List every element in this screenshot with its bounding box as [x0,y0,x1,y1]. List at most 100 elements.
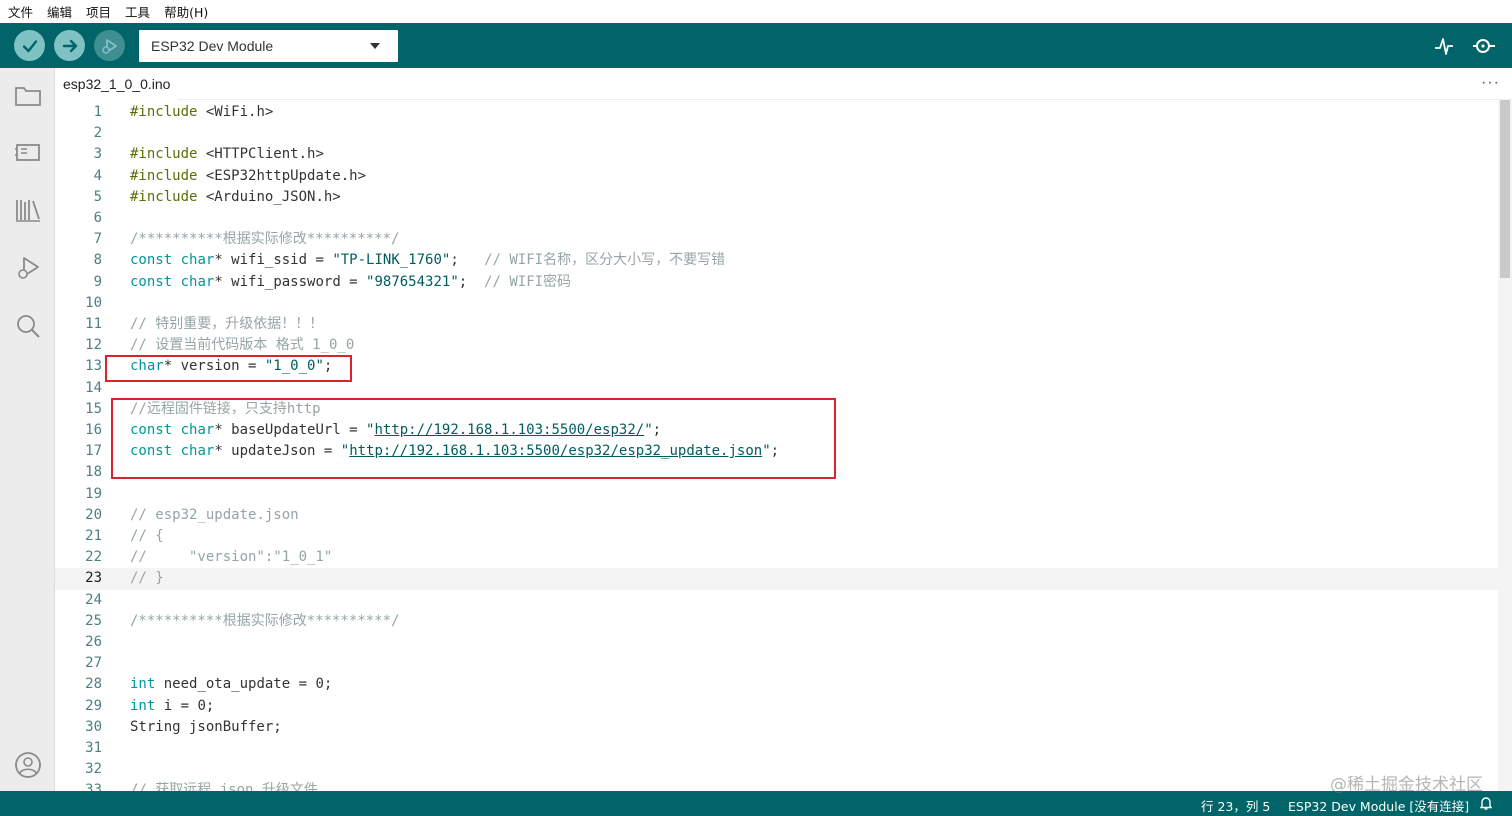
code-token: String jsonBuffer; [130,718,282,735]
debug-icon [101,38,117,54]
line-number: 4 [93,167,102,184]
menu-file[interactable]: 文件 [8,2,33,21]
menu-edit[interactable]: 编辑 [47,2,72,21]
code-line[interactable]: 21 // { [55,526,1498,547]
code-line[interactable]: 4 #include <ESP32httpUpdate.h> [55,166,1498,187]
debug-panel-button[interactable] [12,252,44,284]
code-line[interactable]: 33 // 获取远程 json 升级文件 [55,780,1498,791]
code-line[interactable]: 26 [55,632,1498,653]
code-line[interactable]: 32 [55,759,1498,780]
verify-button[interactable] [14,30,45,61]
more-options-icon[interactable]: ··· [1481,74,1500,92]
code-text: // 获取远程 json 升级文件 [130,780,318,791]
code-line[interactable]: 11 // 特别重要，升级依据！！！ [55,314,1498,335]
board-selector-label: ESP32 Dev Module [151,38,274,54]
code-token: need_ota_update = 0; [155,676,333,693]
scrollbar-thumb[interactable] [1500,100,1510,278]
code-token: int [130,676,156,693]
code-token: // 设置当前代码版本 格式 1_0_0 [130,337,355,354]
code-token: #include [130,188,198,205]
menu-sketch[interactable]: 项目 [86,2,111,21]
menu-tools[interactable]: 工具 [125,2,150,21]
board-selector[interactable]: ESP32 Dev Module [139,30,398,62]
menu-help[interactable]: 帮助(H) [164,2,208,21]
watermark: @稀土掘金技术社区 [1330,775,1483,795]
code-token: #include [130,146,198,163]
line-number: 5 [93,188,102,205]
code-token: /**********根据实际修改**********/ [130,231,400,248]
tab-bar: esp32_1_0_0.ino ··· [55,68,1512,100]
code-line[interactable]: 6 [55,208,1498,229]
code-line[interactable]: 8 const char* wifi_ssid = "TP-LINK_1760";… [55,250,1498,271]
folder-icon [15,87,41,106]
line-number: 20 [85,506,102,523]
board-status[interactable]: ESP32 Dev Module [没有连接] [1288,796,1469,815]
code-line[interactable]: 7 /**********根据实际修改**********/ [55,229,1498,250]
profile-button[interactable] [12,749,44,781]
line-number: 31 [85,740,102,756]
line-number: 16 [85,422,102,438]
line-number: 2 [93,125,102,142]
boards-manager-button[interactable] [12,136,44,168]
line-number: 23 [85,570,102,587]
code-text: const char* wifi_ssid = "TP-LINK_1760"; … [130,250,725,271]
code-line[interactable]: 27 [55,653,1498,674]
code-token: const [130,252,173,269]
code-token: // } [130,570,164,587]
line-number: 28 [85,676,102,693]
code-text: int i = 0; [130,696,214,717]
library-manager-button[interactable] [12,194,44,226]
code-line[interactable]: 9 const char* wifi_password = "987654321"… [55,272,1498,293]
sketchbook-button[interactable] [12,80,44,112]
code-token: "TP-LINK_1760" [332,252,451,269]
code-line[interactable]: 2 [55,123,1498,144]
cursor-position: 行 23，列 5 [1201,799,1271,814]
tab-sketch-file[interactable]: esp32_1_0_0.ino [55,68,179,100]
code-text: // 设置当前代码版本 格式 1_0_0 [130,335,354,356]
code-text: // 特别重要，升级依据！！！ [130,314,323,335]
code-line[interactable]: 23 // } [55,568,1498,590]
sidebar [0,68,55,791]
line-number: 13 [85,358,102,375]
line-number: 10 [85,294,102,311]
serial-monitor-button[interactable] [1471,33,1497,59]
debug-button[interactable] [94,30,125,61]
code-line[interactable]: 25 /**********根据实际修改**********/ [55,611,1498,632]
code-line[interactable]: 29 int i = 0; [55,696,1498,717]
code-line[interactable]: 28 int need_ota_update = 0; [55,674,1498,695]
line-number: 3 [93,146,102,163]
code-token: // WIFI名称，区分大小写，不要写错 [484,252,726,269]
code-line[interactable]: 22 // "version":"1_0_1" [55,547,1498,568]
code-token: // esp32_update.json [130,506,299,523]
code-line[interactable]: 5 #include <Arduino_JSON.h> [55,187,1498,208]
code-line[interactable]: 19 [55,484,1498,505]
bell-icon[interactable] [1478,795,1494,811]
code-line[interactable]: 20 // esp32_update.json [55,505,1498,526]
search-button[interactable] [12,310,44,342]
debug-play-icon [18,257,39,279]
serial-plotter-button[interactable] [1431,33,1457,59]
code-line[interactable]: 3 #include <HTTPClient.h> [55,144,1498,165]
version-highlight-box [105,355,352,382]
code-text: #include <ESP32httpUpdate.h> [130,166,366,187]
line-number: 32 [85,761,102,778]
code-editor[interactable]: 33// 获取远程 json 升级文件 32 31 30 String jsonBuff… [55,100,1498,791]
code-line[interactable]: 12 // 设置当前代码版本 格式 1_0_0 [55,335,1498,356]
code-token: // 特别重要，升级依据！！！ [130,316,324,332]
code-token: <Arduino_JSON.h> [197,188,341,205]
code-text: // { [130,526,164,547]
code-line[interactable]: 1 #include <WiFi.h> [55,102,1498,123]
code-line[interactable]: 24 [55,590,1498,611]
line-number: 11 [85,316,102,332]
upload-button[interactable] [54,30,85,61]
editor-scrollbar[interactable] [1498,100,1512,791]
code-text: #include <WiFi.h> [130,102,273,123]
code-text: #include <HTTPClient.h> [130,144,324,165]
code-line[interactable]: 10 [55,293,1498,314]
code-text: /**********根据实际修改**********/ [130,611,399,632]
code-line[interactable]: 30 String jsonBuffer; [55,717,1498,738]
code-token: // "version":"1_0_1" [130,549,333,566]
code-token: <WiFi.h> [197,104,274,120]
url-highlight-box [111,398,836,479]
code-line[interactable]: 31 [55,738,1498,759]
